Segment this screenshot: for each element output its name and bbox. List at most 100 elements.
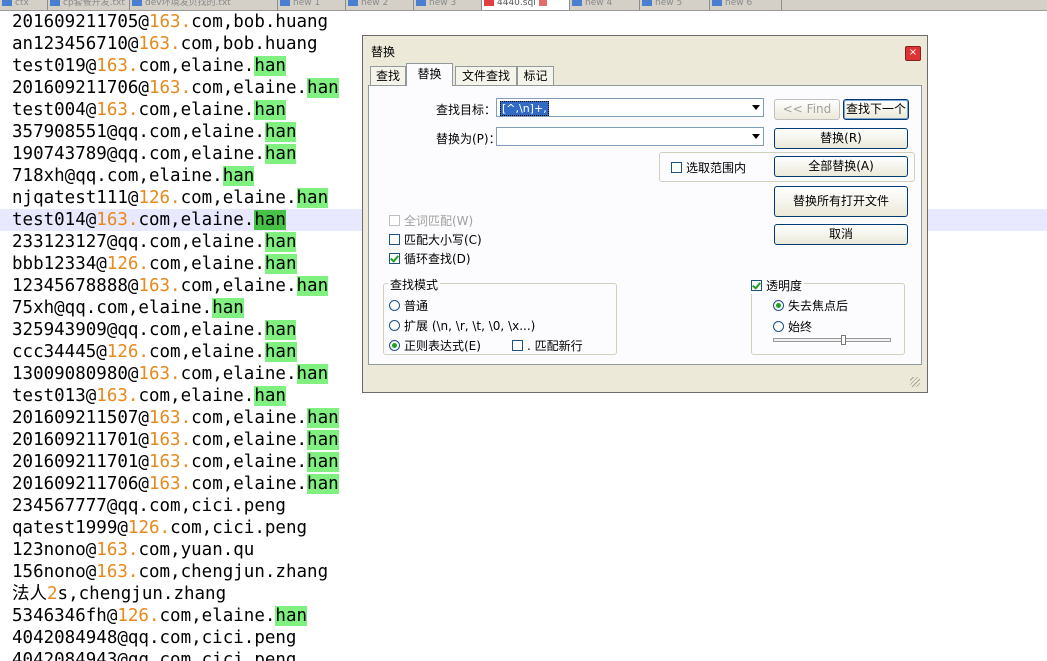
on-lose-focus-radio[interactable]: 失去焦点后 [773, 297, 848, 314]
radio-button[interactable] [389, 300, 400, 311]
document-tab[interactable]: new 1 [278, 0, 346, 10]
checkbox-box[interactable] [751, 280, 762, 291]
document-tab[interactable]: dev环境发贝找的.txt [130, 0, 278, 10]
line-text: 718xh@qq.com,elaine. [12, 166, 223, 186]
find-previous-button[interactable]: << Find [774, 99, 840, 120]
radio-button[interactable] [773, 321, 784, 332]
document-tab[interactable]: new 5 [640, 0, 710, 10]
editor-line[interactable]: qatest1999@126.com,cici.peng [0, 517, 1047, 539]
always-radio[interactable]: 始终 [773, 318, 812, 335]
replace-all-open-files-button[interactable]: 替换所有打开文件 [774, 186, 908, 217]
transparency-checkbox[interactable]: 透明度 [751, 277, 805, 294]
document-tab-bar: ctx cp套餐开发.txt dev环境发贝找的.txt new 1 new 2 new … [0, 0, 1047, 11]
editor-line[interactable]: 201609211706@163.com,elaine.han [0, 473, 1047, 495]
document-tab-label: dev环境发贝找的.txt [145, 0, 231, 8]
line-text: test013@ [12, 386, 97, 406]
search-highlight: han [254, 56, 286, 76]
transparency-slider[interactable] [773, 335, 891, 345]
editor-line[interactable]: 156nono@163.com,chengjun.zhang [0, 561, 1047, 583]
search-highlight: han [264, 320, 297, 340]
mode-regex-radio[interactable]: 正则表达式(E) [389, 337, 481, 354]
editor-line[interactable]: 201609211705@163.com,bob.huang [0, 11, 1047, 33]
tab-find[interactable]: 查找 [370, 66, 406, 85]
resize-grip-icon[interactable] [910, 377, 920, 387]
chevron-down-icon[interactable] [752, 105, 760, 110]
document-tab[interactable]: ctx [0, 0, 48, 10]
wrap-around-checkbox[interactable]: 循环查找(D) [389, 250, 471, 267]
close-tab-icon[interactable] [538, 0, 547, 6]
whole-word-checkbox[interactable]: 全词匹配(W) [389, 212, 473, 229]
line-text: 201609211507@ [12, 408, 149, 428]
editor-line[interactable]: 4042084948@qq.com,cici.peng [0, 627, 1047, 649]
editor-line[interactable]: 5346346fh@126.com,elaine.han [0, 605, 1047, 627]
mode-normal-radio[interactable]: 普通 [389, 297, 428, 314]
find-combo[interactable]: [^,\n]+, [496, 98, 764, 117]
line-text: com,cici.peng [170, 518, 308, 538]
domain-token: 163. [138, 34, 181, 54]
slider-thumb[interactable] [841, 335, 846, 345]
tab-find-in-files[interactable]: 文件查找 [455, 66, 517, 85]
document-tab[interactable]: new 4 [570, 0, 640, 10]
line-text: s,chengjun.zhang [57, 584, 227, 604]
checkbox-box[interactable] [389, 234, 400, 245]
line-text: com,elaine. [138, 100, 255, 120]
document-tab[interactable]: cp套餐开发.txt [48, 0, 130, 10]
checkbox-box[interactable] [512, 340, 523, 351]
close-icon[interactable]: × [905, 46, 921, 61]
document-tab[interactable]: new 2 [346, 0, 414, 10]
tab-mark[interactable]: 标记 [517, 66, 554, 85]
line-text: com,elaine. [180, 188, 297, 208]
radio-button[interactable] [773, 300, 784, 311]
match-case-checkbox[interactable]: 匹配大小写(C) [389, 231, 482, 248]
document-tab[interactable]: 4440.sql [482, 0, 570, 10]
replace-all-button[interactable]: 全部替换(A) [774, 156, 908, 177]
editor-line[interactable]: 201609211701@163.com,elaine.han [0, 451, 1047, 473]
find-input-value[interactable]: [^,\n]+, [500, 101, 549, 116]
line-text: 5346346fh@ [12, 606, 118, 626]
editor-line[interactable]: 4042084943@qq.com,cici.peng [0, 649, 1047, 661]
tab-replace[interactable]: 替换 [406, 63, 453, 86]
find-next-button[interactable]: 查找下一个 [843, 99, 909, 120]
file-icon [132, 0, 142, 6]
line-text: com,elaine. [180, 276, 297, 296]
checkbox-box[interactable] [671, 162, 682, 173]
find-label: 查找目标： [436, 103, 497, 117]
line-text: 156nono@ [12, 562, 97, 582]
line-text: 法人 [12, 584, 47, 604]
radio-button[interactable] [389, 320, 400, 331]
search-highlight: han [307, 430, 339, 450]
domain-token: 163. [148, 452, 192, 472]
replace-combo[interactable] [496, 127, 764, 146]
radio-button[interactable] [389, 340, 400, 351]
line-text: 201609211701@ [12, 430, 149, 450]
domain-token: 163. [148, 408, 192, 428]
editor-line[interactable]: 123nono@163.com,yuan.qu [0, 539, 1047, 561]
domain-token: 163. [148, 430, 192, 450]
replace-button[interactable]: 替换(R) [774, 128, 908, 149]
dialog-title-bar[interactable]: 替换 × [363, 36, 927, 63]
search-highlight: han [222, 166, 255, 186]
line-text: test019@ [12, 56, 97, 76]
document-tab[interactable]: new 3 [414, 0, 482, 10]
in-selection-checkbox[interactable]: 选取范围内 [671, 159, 746, 176]
cancel-button[interactable]: 取消 [774, 224, 908, 245]
editor-line[interactable]: 234567777@qq.com,cici.peng [0, 495, 1047, 517]
chevron-down-icon[interactable] [752, 134, 760, 139]
search-highlight: han [307, 452, 339, 472]
domain-token: 163. [96, 56, 139, 76]
line-text: 75xh@qq.com,elaine. [12, 298, 213, 318]
line-text: 233123127@qq.com,elaine. [12, 232, 265, 252]
dot-matches-newline-checkbox[interactable]: . 匹配新行 [512, 337, 583, 354]
editor-line[interactable]: 201609211701@163.com,elaine.han [0, 429, 1047, 451]
editor-line[interactable]: 201609211507@163.com,elaine.han [0, 407, 1047, 429]
document-tab-label: new 3 [429, 0, 457, 8]
editor-line[interactable]: 法人2s,chengjun.zhang [0, 583, 1047, 605]
mode-extended-radio[interactable]: 扩展 (\n, \r, \t, \0, \x...) [389, 317, 535, 334]
wrap-around-label: 循环查找(D) [404, 252, 471, 266]
checkbox-box[interactable] [389, 253, 400, 264]
document-tab[interactable]: new 6 [710, 0, 782, 10]
file-icon [642, 0, 652, 6]
document-tab-label: new 2 [361, 0, 389, 8]
checkbox-box[interactable] [389, 215, 400, 226]
line-text: com,bob.huang [191, 12, 329, 32]
